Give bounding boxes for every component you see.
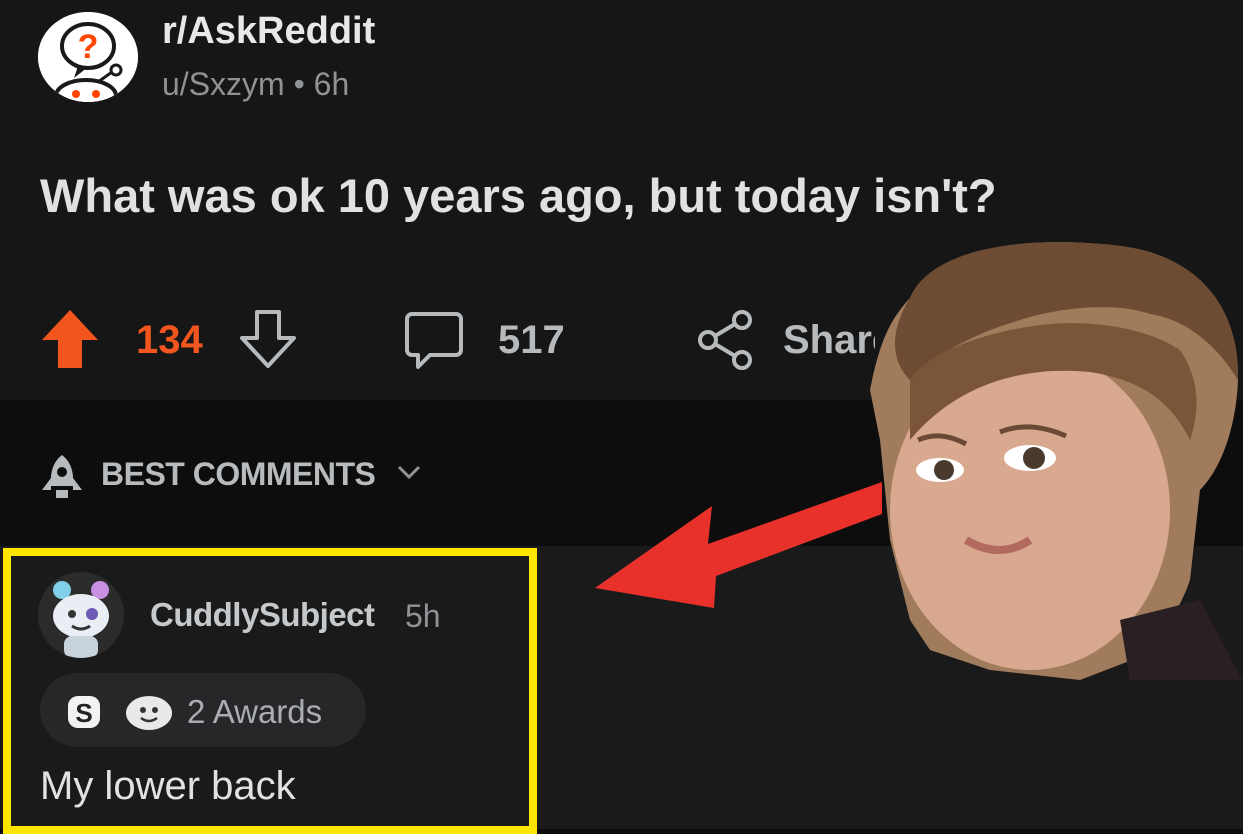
upvote-button[interactable] — [40, 308, 100, 375]
post-meta[interactable]: u/Sxzym • 6h — [162, 66, 349, 103]
vote-score: 134 — [136, 318, 203, 362]
sort-button[interactable] — [38, 452, 86, 507]
downvote-arrow-icon — [240, 310, 296, 368]
downvote-button[interactable] — [238, 308, 298, 375]
reaction-photo — [870, 240, 1243, 685]
svg-text:?: ? — [78, 28, 99, 66]
share-button[interactable] — [696, 308, 756, 375]
rocket-icon — [42, 455, 82, 498]
red-arrow-icon — [590, 470, 890, 615]
comments-button[interactable] — [404, 310, 464, 377]
subreddit-name[interactable]: r/AskReddit — [162, 10, 375, 53]
share-icon — [698, 310, 752, 370]
highlight-frame — [3, 548, 537, 834]
comment-bubble-icon — [405, 312, 463, 369]
post-title[interactable]: What was ok 10 years ago, but today isn'… — [40, 168, 997, 223]
upvote-arrow-icon — [42, 310, 98, 368]
sort-label[interactable]: BEST COMMENTS — [101, 456, 376, 493]
subreddit-avatar[interactable]: ? — [38, 12, 138, 102]
comment-count: 517 — [498, 318, 565, 362]
askreddit-logo-icon: ? — [38, 12, 138, 102]
share-label[interactable]: Share — [783, 318, 875, 363]
chevron-down-icon[interactable] — [396, 462, 422, 487]
